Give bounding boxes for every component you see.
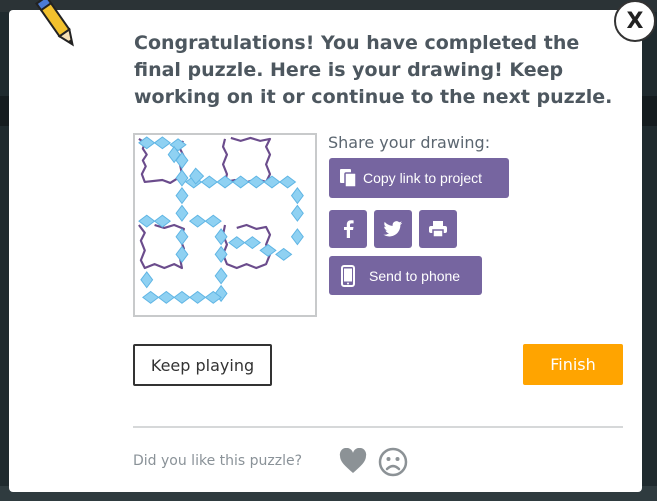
drawing-blue-line xyxy=(275,247,293,261)
drawing-blue-line xyxy=(247,175,265,189)
drawing-blue-line xyxy=(142,290,160,304)
close-button[interactable]: X xyxy=(614,0,656,42)
drawing-blue-line xyxy=(278,175,297,189)
copy-icon xyxy=(340,169,357,188)
pencil-icon xyxy=(35,0,74,47)
completion-dialog: Congratulations! You have completed the … xyxy=(9,0,642,492)
drawing-blue-line xyxy=(157,290,175,304)
copy-link-button[interactable]: Copy link to project xyxy=(329,158,509,198)
divider xyxy=(133,426,623,428)
finish-button[interactable]: Finish xyxy=(523,344,623,385)
copy-link-label: Copy link to project xyxy=(363,170,483,186)
drawing-blue-line xyxy=(290,187,304,205)
drawing-blue-line xyxy=(140,271,154,289)
print-button[interactable] xyxy=(419,210,457,248)
drawing-blue-line xyxy=(228,236,246,250)
drawing-blue-line xyxy=(214,267,228,285)
completion-message: Congratulations! You have completed the … xyxy=(134,32,613,108)
drawing-purple-line xyxy=(138,223,185,270)
share-label: Share your drawing: xyxy=(328,133,491,152)
print-icon xyxy=(429,221,447,238)
drawing-blue-line xyxy=(290,204,304,222)
twitter-share-button[interactable] xyxy=(374,210,412,248)
drawing-blue-line xyxy=(175,169,189,187)
feedback-question: Did you like this puzzle? xyxy=(133,453,303,469)
drawing-blue-line xyxy=(175,245,189,263)
heart-icon[interactable] xyxy=(339,448,367,474)
drawing-blue-line xyxy=(188,290,207,304)
drawing-blue-line xyxy=(200,175,218,189)
drawing-blue-line xyxy=(188,214,207,228)
facebook-icon xyxy=(344,220,354,238)
drawing-blue-line xyxy=(259,243,277,257)
drawing-blue-line xyxy=(243,236,262,250)
phone-icon xyxy=(341,264,355,287)
sad-face-icon[interactable] xyxy=(378,447,408,477)
drawing-blue-line xyxy=(138,214,156,228)
drawing-blue-line xyxy=(175,228,189,246)
drawing-blue-line xyxy=(175,204,189,222)
drawing-blue-line xyxy=(138,136,156,150)
send-to-phone-label: Send to phone xyxy=(369,267,461,284)
send-to-phone-button[interactable]: Send to phone xyxy=(329,256,482,295)
drawing-blue-line xyxy=(173,290,191,304)
drawing-preview xyxy=(133,133,317,317)
drawing-blue-line xyxy=(153,136,172,150)
drawing-purple-line xyxy=(221,136,272,185)
facebook-share-button[interactable] xyxy=(329,210,367,248)
keep-playing-button[interactable]: Keep playing xyxy=(133,344,272,386)
drawing-blue-line xyxy=(204,214,222,228)
drawing-blue-line xyxy=(175,187,189,205)
drawing-blue-line xyxy=(263,175,281,189)
drawing-blue-line xyxy=(232,175,250,189)
drawing-blue-line xyxy=(290,228,304,246)
twitter-icon xyxy=(383,221,403,237)
drawing-blue-line xyxy=(216,175,234,189)
drawing-purple-line xyxy=(221,223,272,270)
